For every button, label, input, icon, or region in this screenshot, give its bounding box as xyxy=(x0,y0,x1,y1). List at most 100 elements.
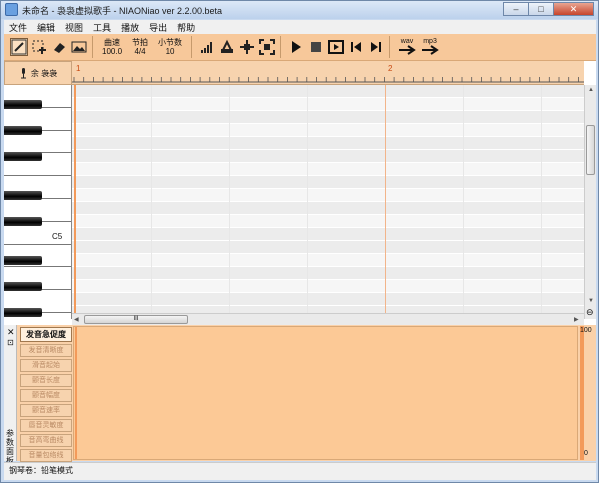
scale-max-label: 100 xyxy=(580,327,592,334)
piano-black-key[interactable] xyxy=(4,217,42,226)
parameter-list: 发音急促度 发音清晰度 滑音起始 颤音长度 颤音幅度 颤音速率 唇音灵敏度 音高… xyxy=(20,327,72,464)
playhead[interactable] xyxy=(74,85,76,315)
export-mp3-label: mp3 xyxy=(423,37,437,45)
piano-black-key[interactable] xyxy=(4,282,42,291)
parameter-curve-area[interactable] xyxy=(73,326,578,460)
eraser-tool-button[interactable] xyxy=(50,38,68,56)
menu-bar: 文件 编辑 视图 工具 播放 导出 帮助 xyxy=(4,20,596,34)
vertical-scroll-thumb[interactable] xyxy=(586,125,595,175)
beat-value: 4/4 xyxy=(134,47,146,56)
menu-play[interactable]: 播放 xyxy=(116,21,144,34)
menu-help[interactable]: 帮助 xyxy=(172,21,200,34)
note-grid[interactable] xyxy=(72,85,584,315)
fit-button[interactable] xyxy=(258,38,276,56)
tempo-label: 曲速 xyxy=(104,38,121,47)
grid-row xyxy=(72,150,584,163)
param-button[interactable]: 唇音灵敏度 xyxy=(20,419,72,432)
lyrics-button[interactable] xyxy=(218,38,236,56)
toolbar-separator xyxy=(280,36,282,58)
tempo-control[interactable]: 曲速 100.0 xyxy=(102,38,122,56)
track-header[interactable]: 余 袅袅 xyxy=(4,61,72,85)
export-wav-button[interactable]: wav xyxy=(397,38,417,57)
measures-control[interactable]: 小节数 10 xyxy=(158,38,182,56)
menu-file[interactable]: 文件 xyxy=(4,21,32,34)
microphone-icon xyxy=(20,67,26,78)
panel-side-strip: ✕ ⊡ 参数面板 xyxy=(4,325,17,465)
maximize-button[interactable]: □ xyxy=(528,2,554,16)
arrow-right-icon xyxy=(399,44,416,55)
parameter-panel: ✕ ⊡ 参数面板 发音急促度 发音清晰度 滑音起始 颤音长度 颤音幅度 颤音速率… xyxy=(4,325,596,465)
grid-row xyxy=(72,202,584,215)
grid-row xyxy=(72,176,584,189)
vertical-scrollbar[interactable]: ▲ ▼ ⊖ xyxy=(584,85,596,319)
toolbar: 曲速 100.0 节拍 4/4 小节数 10 wav mp3 xyxy=(4,34,596,61)
param-button[interactable]: 发音清晰度 xyxy=(20,344,72,357)
menu-tools[interactable]: 工具 xyxy=(88,21,116,34)
title-bar[interactable]: 未命名 - 袅袅虚拟歌手 - NIAONiao ver 2.2.00.beta … xyxy=(1,1,598,19)
piano-roll-area: 余 袅袅 1 2 C5 ▲ ▼ ⊖ ◀ III ▶ xyxy=(4,61,596,325)
param-button[interactable]: 发音急促度 xyxy=(20,327,72,342)
move-icon xyxy=(240,40,255,54)
scroll-up-arrow[interactable]: ▲ xyxy=(588,87,594,93)
pencil-icon xyxy=(11,39,27,55)
piano-keyboard[interactable]: C5 xyxy=(4,85,72,319)
prev-button[interactable] xyxy=(347,38,365,56)
panel-close-icon[interactable]: ✕ xyxy=(7,327,15,338)
app-window: 未命名 - 袅袅虚拟歌手 - NIAONiao ver 2.2.00.beta … xyxy=(0,0,599,483)
minimize-button[interactable]: – xyxy=(503,2,529,16)
fit-icon xyxy=(259,39,276,55)
toolbar-separator xyxy=(191,36,193,58)
param-button[interactable]: 颤音幅度 xyxy=(20,389,72,402)
next-button[interactable] xyxy=(367,38,385,56)
scroll-right-arrow[interactable]: ▶ xyxy=(574,316,579,323)
grid-row xyxy=(72,228,584,241)
export-mp3-button[interactable]: mp3 xyxy=(420,38,440,57)
timeline-ruler[interactable]: 1 2 xyxy=(72,61,584,85)
stop-button[interactable] xyxy=(307,38,325,56)
image-tool-button[interactable] xyxy=(70,38,88,56)
play-button[interactable] xyxy=(287,38,305,56)
param-button[interactable]: 音量包络线 xyxy=(20,449,72,462)
eraser-icon xyxy=(54,43,65,53)
beat-control[interactable]: 节拍 4/4 xyxy=(132,38,148,56)
scroll-down-arrow[interactable]: ▼ xyxy=(588,298,594,304)
window-title: 未命名 - 袅袅虚拟歌手 - NIAONiao ver 2.2.00.beta xyxy=(22,6,223,16)
scroll-left-arrow[interactable]: ◀ xyxy=(74,316,79,323)
param-button[interactable]: 颤音速率 xyxy=(20,404,72,417)
select-icon xyxy=(32,40,46,54)
beat-line xyxy=(463,85,464,315)
grid-row xyxy=(72,189,584,202)
grid-row xyxy=(72,137,584,150)
menu-edit[interactable]: 编辑 xyxy=(32,21,60,34)
piano-black-key[interactable] xyxy=(4,126,42,135)
volume-button[interactable] xyxy=(198,38,216,56)
param-button[interactable]: 颤音长度 xyxy=(20,374,72,387)
piano-black-key[interactable] xyxy=(4,256,42,265)
select-tool-button[interactable] xyxy=(30,38,48,56)
piano-black-key[interactable] xyxy=(4,152,42,161)
menu-export[interactable]: 导出 xyxy=(144,21,172,34)
zoom-icon[interactable]: ⊖ xyxy=(586,307,594,318)
panel-pin-icon[interactable]: ⊡ xyxy=(7,338,14,347)
move-button[interactable] xyxy=(238,38,256,56)
ruler-mark-2: 2 xyxy=(388,64,393,73)
note-label-c5: C5 xyxy=(52,232,63,241)
param-button[interactable]: 滑音起始 xyxy=(20,359,72,372)
menu-view[interactable]: 视图 xyxy=(60,21,88,34)
measure-line xyxy=(385,85,386,315)
piano-black-key[interactable] xyxy=(4,308,42,317)
parameter-scale: 100 0 xyxy=(578,326,594,460)
loop-play-button[interactable] xyxy=(327,38,345,56)
piano-black-key[interactable] xyxy=(4,191,42,200)
horizontal-scrollbar[interactable]: ◀ III ▶ xyxy=(72,313,584,325)
scale-min-label: 0 xyxy=(584,450,588,457)
horizontal-scroll-thumb[interactable]: III xyxy=(84,315,188,324)
close-button[interactable]: ✕ xyxy=(553,2,594,16)
pencil-tool-button[interactable] xyxy=(10,38,28,56)
piano-black-key[interactable] xyxy=(4,100,42,109)
param-button[interactable]: 音高弯曲线 xyxy=(20,434,72,447)
measures-label: 小节数 xyxy=(158,38,183,47)
grid-row xyxy=(72,254,584,267)
beat-line xyxy=(151,85,152,315)
beat-label: 节拍 xyxy=(132,38,149,47)
